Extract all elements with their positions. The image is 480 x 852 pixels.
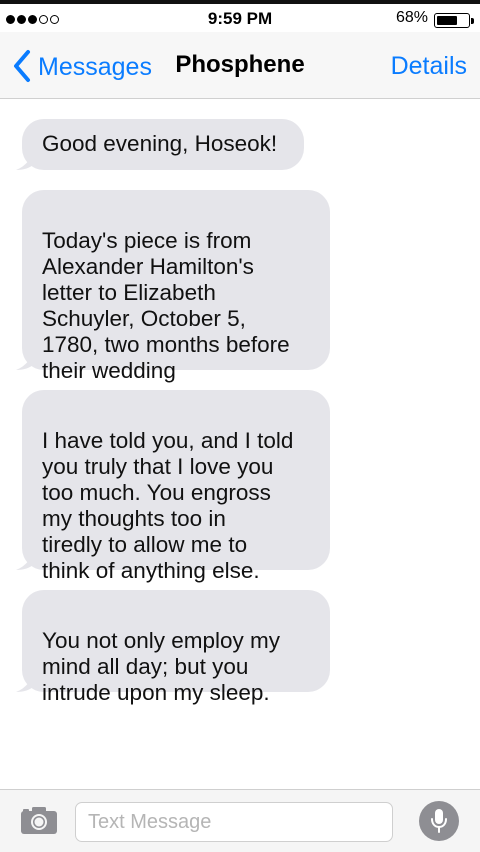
back-button[interactable]: Messages [10,46,152,86]
back-label: Messages [38,52,152,81]
message-text: Good evening, Hoseok! [22,119,304,170]
battery-fill [437,16,457,25]
microphone-icon [431,809,447,833]
details-button[interactable]: Details [391,52,467,81]
battery-percent: 68% [395,9,428,26]
message-bubble: Today's piece is from Alexander Hamilton… [22,190,330,383]
message-bubble: Good evening, Hoseok! [22,119,304,170]
message-body: I have told you, and I told you truly th… [42,428,294,583]
bubble-tail [16,550,34,570]
bubble-tail [16,350,34,370]
message-input[interactable] [75,802,393,842]
status-bar: 9:59 PM 68% [0,4,480,32]
message-bubble: I have told you, and I told you truly th… [22,390,330,583]
message-body: You not only employ my mind all day; but… [42,628,281,705]
chevron-left-icon [14,50,30,82]
navigation-bar: Messages Phosphene Details [0,32,480,99]
message-body: Today's piece is from Alexander Hamilton… [42,228,290,383]
battery-tip [471,18,474,24]
battery-icon [434,13,470,28]
microphone-button[interactable] [419,801,459,841]
camera-icon [21,807,57,834]
message-text: I have told you, and I told you truly th… [22,390,330,583]
message-text: You not only employ my mind all day; but… [22,590,330,705]
message-bubble: You not only employ my mind all day; but… [22,590,330,705]
message-body: Good evening, Hoseok! [42,131,278,156]
message-text: Today's piece is from Alexander Hamilton… [22,190,330,383]
compose-bar [0,789,480,852]
bubble-tail [16,150,34,170]
bubble-tail [16,672,34,692]
camera-button[interactable] [20,805,58,835]
